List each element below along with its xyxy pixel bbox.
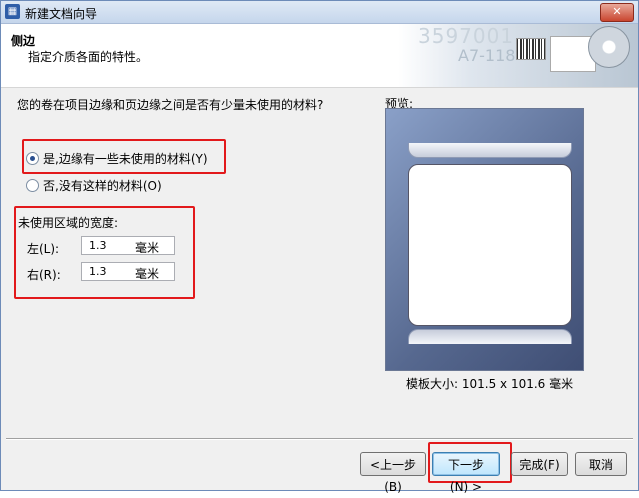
radio-option-no[interactable]: 否,没有这样的材料(O) [26, 177, 162, 195]
left-margin-unit: 毫米 [135, 241, 160, 255]
banner-text-2: A7-118 [458, 46, 516, 65]
right-margin-label: 右(R): [27, 268, 61, 282]
preview-roll-bottom [408, 329, 572, 344]
wizard-header: 侧边 指定介质各面的特性。 3597001 A7-118 [1, 24, 638, 88]
barcode-graphic-icon [516, 38, 546, 60]
cancel-button[interactable]: 取消 [575, 452, 627, 476]
right-margin-field[interactable]: 1.3 毫米 [81, 262, 175, 281]
template-size-text: 模板大小: 101.5 x 101.6 毫米 [406, 377, 574, 391]
preview-label-shape [408, 164, 572, 326]
left-margin-field[interactable]: 1.3 毫米 [81, 236, 175, 255]
left-margin-value[interactable]: 1.3 [89, 239, 107, 252]
header-banner-image: 3597001 A7-118 [398, 24, 638, 87]
radio-option-yes-label: 是,边缘有一些未使用的材料(Y) [43, 152, 208, 166]
banner-text-1: 3597001 [418, 24, 515, 48]
title-bar: ▦ 新建文档向导 ✕ [1, 1, 638, 24]
bartender-logo-icon: ▦ [5, 4, 20, 19]
disc-graphic-icon [588, 26, 630, 68]
wizard-window: ▦ 新建文档向导 ✕ 侧边 指定介质各面的特性。 3597001 A7-118 … [0, 0, 639, 494]
preview-roll-top [408, 143, 572, 158]
left-margin-label: 左(L): [27, 242, 60, 256]
close-button[interactable]: ✕ [600, 3, 634, 22]
radio-unchecked-icon[interactable] [26, 179, 39, 192]
unused-width-label: 未使用区域的宽度: [18, 216, 119, 230]
radio-option-no-label: 否,没有这样的材料(O) [43, 179, 162, 193]
label-preview [385, 108, 584, 371]
right-margin-value[interactable]: 1.3 [89, 265, 107, 278]
right-margin-unit: 毫米 [135, 267, 160, 281]
next-button[interactable]: 下一步(N) > [432, 452, 500, 494]
question-text: 您的卷在项目边缘和页边缘之间是否有少量未使用的材料? [17, 98, 324, 112]
window-title: 新建文档向导 [25, 7, 98, 21]
back-button[interactable]: <上一步(B) [360, 452, 426, 494]
radio-checked-icon[interactable] [26, 152, 39, 165]
footer-divider [6, 438, 633, 440]
page-subtitle: 指定介质各面的特性。 [28, 50, 149, 64]
page-title: 侧边 [11, 34, 36, 48]
finish-button[interactable]: 完成(F) [511, 452, 568, 476]
radio-option-yes[interactable]: 是,边缘有一些未使用的材料(Y) [26, 150, 208, 168]
